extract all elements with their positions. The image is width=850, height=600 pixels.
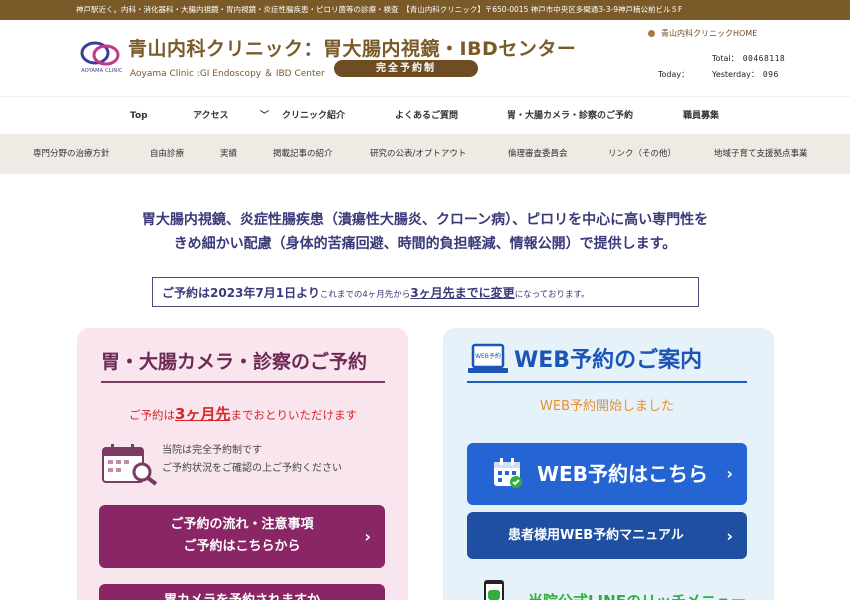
total-counter: Total： 00468118 bbox=[712, 54, 786, 63]
chevron-right-icon: › bbox=[364, 526, 371, 546]
divider bbox=[101, 381, 385, 383]
logo-caption: AOYAMA CLINIC bbox=[81, 68, 123, 74]
nav-reservation[interactable]: 胃・大腸カメラ・診察のご予約 bbox=[507, 97, 633, 135]
web-reservation-title: WEB予約のご案内 bbox=[514, 348, 703, 373]
reservation-notice: ご予約は2023年7月1日よりこれまでの4ヶ月先から3ヶ月先までに変更になってお… bbox=[152, 277, 699, 307]
nav-links[interactable]: リンク（その他） bbox=[608, 134, 676, 174]
site-subtitle: Aoyama Clinic :GI Endoscopy ＆ IBD Center bbox=[130, 69, 325, 79]
nav-treatment-policy[interactable]: 専門分野の治療方針 bbox=[33, 134, 110, 174]
nav-results[interactable]: 実績 bbox=[220, 134, 237, 174]
nav-articles[interactable]: 掲載記事の紹介 bbox=[273, 134, 333, 174]
primary-nav: Top アクセス ﹀ クリニック紹介 よくあるご質問 胃・大腸カメラ・診察のご予… bbox=[0, 96, 850, 134]
reservation-info: 当院は完全予約制です ご予約状況をご確認の上ご予約ください bbox=[162, 445, 342, 474]
web-reservation-button[interactable]: WEB予約はこちら › bbox=[467, 443, 747, 505]
nav-access[interactable]: アクセス bbox=[193, 97, 229, 135]
nav-childcare[interactable]: 地域子育て支援拠点事業 bbox=[714, 134, 808, 174]
nav-self-pay[interactable]: 自由診療 bbox=[150, 134, 184, 174]
nav-recruit[interactable]: 職員募集 bbox=[683, 97, 719, 135]
secondary-nav: 専門分野の治療方針 自由診療 実績 掲載記事の紹介 研究の公表/オプトアウト 倫… bbox=[0, 134, 850, 174]
site-header: AOYAMA CLINIC 青山内科クリニック：胃大腸内視鏡・IBDセンター A… bbox=[0, 20, 850, 96]
chevron-right-icon: › bbox=[726, 464, 733, 483]
reservation-only-badge: 完全予約制 bbox=[334, 60, 478, 77]
exam-reservation-title: 胃・大腸カメラ・診察のご予約 bbox=[101, 351, 368, 373]
address-bar: 神戸駅近く。内科・消化器科・大腸内視鏡・胃内視鏡・炎症性腸疾患・ピロリ菌等の診療… bbox=[0, 0, 850, 20]
divider bbox=[467, 381, 747, 383]
clinic-logo-icon[interactable] bbox=[78, 36, 124, 82]
nav-top[interactable]: Top bbox=[130, 97, 148, 135]
nav-ethics[interactable]: 倫理審査委員会 bbox=[508, 134, 568, 174]
gastroscopy-reservation-button[interactable]: 胃カメラを予約されますか bbox=[99, 584, 385, 600]
home-link[interactable]: 青山内科クリニックHOME bbox=[648, 28, 757, 39]
calendar-check-icon bbox=[494, 458, 522, 488]
intro-text: 胃大腸内視鏡、炎症性腸疾患（潰瘍性大腸炎、クローン病）、ピロリを中心に高い専門性… bbox=[141, 212, 709, 252]
reservation-flow-button[interactable]: ご予約の流れ・注意事項 ご予約はこちらから › bbox=[99, 505, 385, 568]
laptop-icon-label: WEB予約 bbox=[475, 352, 501, 360]
nav-clinic-intro[interactable]: クリニック紹介 bbox=[282, 97, 345, 135]
web-reservation-manual-button[interactable]: 患者様用WEB予約マニュアル › bbox=[467, 512, 747, 559]
laptop-icon: WEB予約 bbox=[468, 343, 508, 373]
web-reservation-started: WEB予約開始しました bbox=[540, 399, 674, 414]
reservation-window-text: ご予約は3ヶ月先までおとりいただけます bbox=[129, 405, 357, 423]
chevron-right-icon: › bbox=[726, 526, 733, 545]
nav-research[interactable]: 研究の公表/オプトアウト bbox=[370, 134, 466, 174]
line-rich-menu-text[interactable]: 当院公式LINEのリッチメニュー bbox=[528, 590, 746, 600]
bullet-icon bbox=[648, 30, 655, 37]
home-link-label: 青山内科クリニックHOME bbox=[661, 29, 758, 38]
yesterday-counter: Yesterday： 096 bbox=[712, 70, 779, 79]
chevron-down-icon[interactable]: ﹀ bbox=[260, 97, 269, 135]
smartphone-line-icon bbox=[484, 580, 504, 600]
calendar-search-icon bbox=[102, 444, 158, 486]
nav-faq[interactable]: よくあるご質問 bbox=[395, 97, 458, 135]
site-title[interactable]: 青山内科クリニック：胃大腸内視鏡・IBDセンター bbox=[128, 34, 576, 61]
today-counter: Today： bbox=[658, 70, 690, 79]
